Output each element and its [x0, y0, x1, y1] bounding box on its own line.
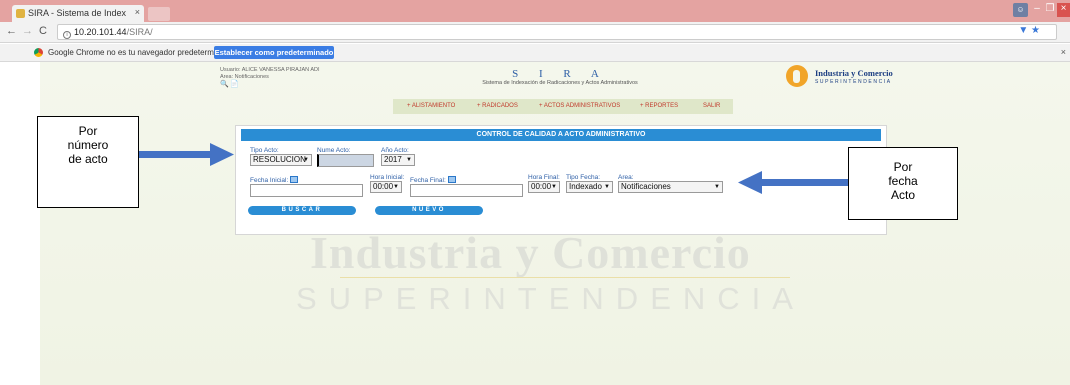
- callout-por-fecha: Por fecha Acto: [848, 147, 958, 220]
- callout-line: Por: [893, 160, 913, 174]
- right-arrow: [738, 171, 850, 194]
- left-arrow: [138, 143, 234, 166]
- callout-line: Acto: [890, 188, 915, 202]
- callout-line: Por: [78, 124, 98, 138]
- callout-line: de acto: [68, 152, 108, 166]
- callout-por-numero: Por número de acto: [37, 116, 139, 208]
- screen: SIRA - Sistema de Index × ☺ – ❐ × ← → C …: [0, 0, 1070, 385]
- callout-line: fecha: [888, 174, 918, 188]
- callout-line: número: [67, 138, 109, 152]
